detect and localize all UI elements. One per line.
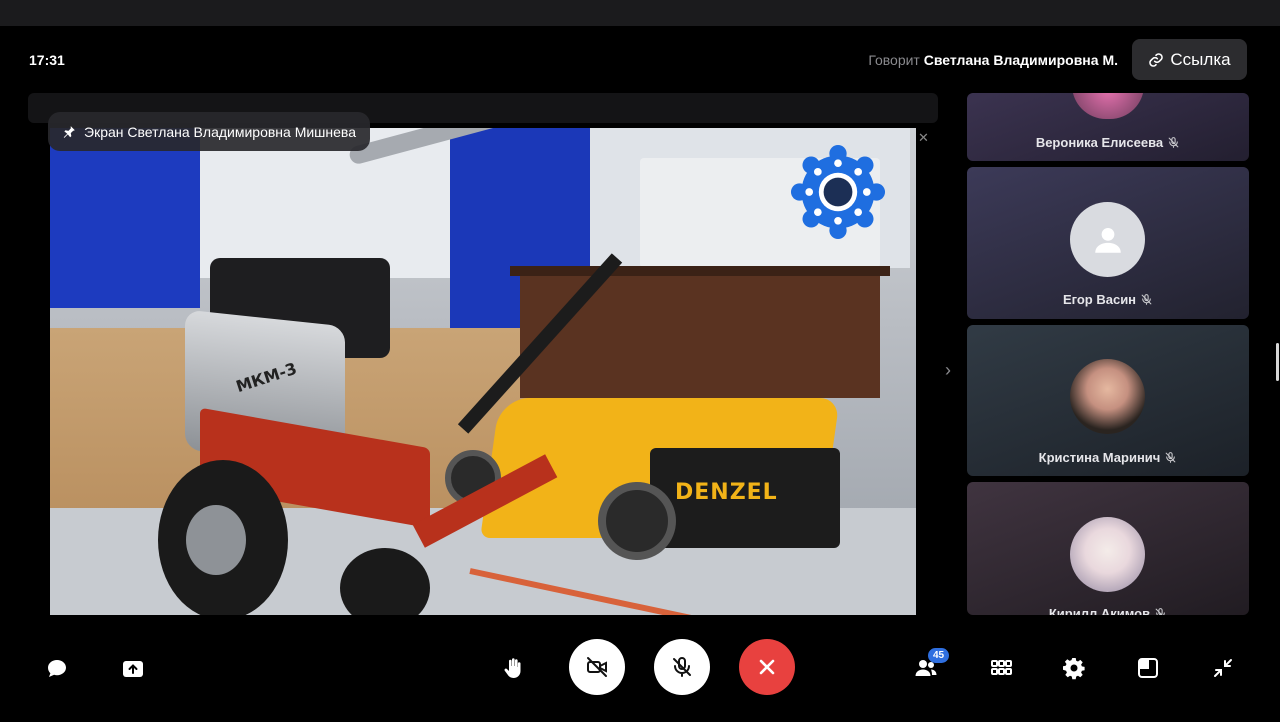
copy-link-label: Ссылка [1170,49,1231,69]
picture-in-picture-button[interactable] [1134,654,1162,682]
settings-button[interactable] [1060,654,1088,682]
chevron-right-icon[interactable]: › [945,360,961,380]
layout-grid-button[interactable] [987,654,1015,682]
participant-name: Кристина Маринич [1038,450,1161,465]
participant-tile[interactable]: Вероника Елисеева [967,93,1249,161]
speaker-prefix: Говорит [868,52,920,68]
mic-off-icon [1155,608,1165,615]
clock-time: 17:31 [29,52,65,68]
shared-screen-view[interactable]: DENZEL МКМ-3 [50,128,916,615]
participant-tile[interactable]: Кристина Маринич [967,325,1249,476]
participant-name-row: Кирилл Акимов [967,606,1249,615]
pinned-screen-label: Экран Светлана Владимировна Мишнева [84,123,357,140]
share-screen-button[interactable] [119,655,147,683]
window-top-strip [0,0,1280,26]
camera-off-icon [587,657,607,677]
participant-name-row: Вероника Елисеева [967,135,1249,150]
avatar [1070,202,1145,277]
close-icon[interactable]: ✕ [918,130,929,146]
end-call-button[interactable] [739,639,795,695]
avatar [1070,359,1145,434]
speaker-name: Светлана Владимировна М. [923,52,1118,68]
gear-icon [1063,658,1085,680]
scrollbar-thumb[interactable] [1276,343,1279,381]
close-icon [759,659,775,675]
pinned-screen-badge[interactable]: Экран Светлана Владимировна Мишнева [48,112,371,151]
hand-icon [504,658,521,678]
participant-name-row: Кристина Маринич [967,450,1249,465]
avatar [1072,93,1144,119]
gear-logo-icon [790,144,886,240]
microphone-toggle-button[interactable] [654,639,710,695]
mic-off-icon [1168,137,1179,148]
participant-name: Кирилл Акимов [1048,606,1151,615]
scene-tiller-wheel [158,460,288,615]
pin-icon [63,125,75,138]
user-icon [1094,227,1121,253]
upload-screen-icon [123,661,143,677]
scene-desk-top [510,266,890,276]
participant-name: Егор Васин [1062,292,1137,307]
window-layout-icon [1138,658,1158,678]
mower-brand-text: DENZEL [675,480,778,505]
participant-name: Вероника Елисеева [1035,135,1164,150]
chat-button[interactable] [43,655,71,683]
mic-off-icon [673,657,691,677]
avatar [1070,517,1145,592]
collapse-icon [1214,659,1232,677]
participants-count-badge: 45 [928,648,949,663]
participant-tile[interactable]: Егор Васин [967,167,1249,319]
mic-off-icon [1165,452,1176,463]
scene-mower-wheel [598,482,676,560]
participant-name-row: Егор Васин [967,292,1249,307]
raise-hand-button[interactable] [499,654,527,682]
chat-icon [48,660,66,677]
active-speaker-indicator: Говорит Светлана Владимировна М. [868,52,1118,68]
grid-icon [991,660,1012,675]
link-icon [1149,52,1164,67]
mic-off-icon [1141,294,1152,305]
participant-tile[interactable]: Кирилл Акимов [967,482,1249,615]
exit-fullscreen-button[interactable] [1209,654,1237,682]
scene-blue-wall [50,128,200,308]
copy-link-button[interactable]: Ссылка [1132,39,1247,80]
camera-toggle-button[interactable] [569,639,625,695]
scene-desk [520,268,880,398]
